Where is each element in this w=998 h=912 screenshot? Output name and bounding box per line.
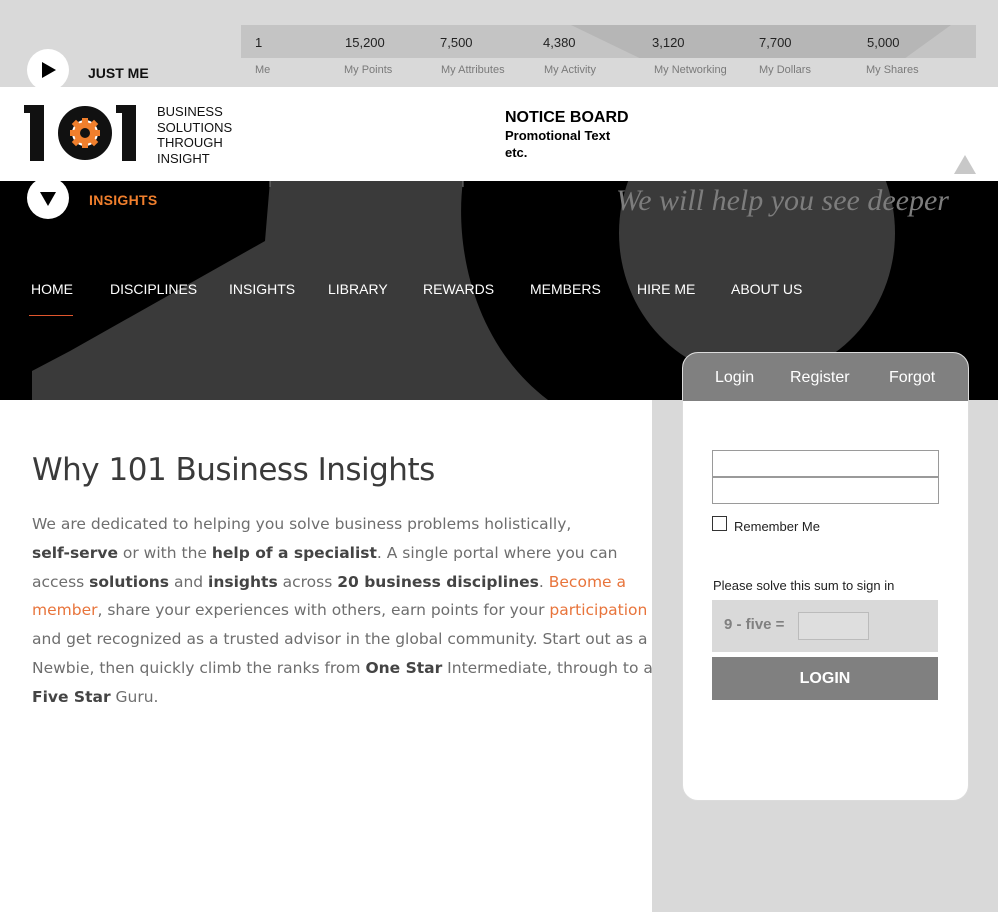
text: and [169,572,209,591]
remember-me-checkbox[interactable] [712,516,727,531]
just-me-label[interactable]: JUST ME [88,65,149,81]
tab-forgot[interactable]: Forgot [889,369,935,387]
notice-board-title: NOTICE BOARD [505,109,629,126]
site-header: BUSINESS SOLUTIONS THROUGH INSIGHT NOTIC… [0,87,998,181]
highlight: Five Star [32,687,111,706]
stat-value-points[interactable]: 15,200 [345,35,385,50]
just-me-toggle-button[interactable] [27,49,69,91]
stat-value-shares[interactable]: 5,000 [867,35,900,50]
stat-value-me[interactable]: 1 [255,35,262,50]
captcha-question: 9 - five = [724,616,785,633]
top-stats-bar: 1 15,200 7,500 4,380 3,120 7,700 5,000 M… [0,0,998,91]
captcha-instruction: Please solve this sum to sign in [713,578,895,593]
text-line: access solutions and insights across 20 … [32,568,632,597]
captcha-box: 9 - five = [712,600,938,652]
tab-login[interactable]: Login [715,369,754,387]
text-line: and get recognized as a trusted advisor … [32,625,648,654]
notice-board-line: etc. [505,145,528,160]
tagline-line: THROUGH [157,135,223,150]
text: access [32,572,90,591]
login-button[interactable]: LOGIN [712,657,938,700]
stat-label-attributes[interactable]: My Attributes [441,64,505,76]
logo-tagline: BUSINESS SOLUTIONS THROUGH INSIGHT [157,104,232,166]
nav-insights[interactable]: INSIGHTS [229,281,295,297]
notice-board-line: Promotional Text [505,128,611,143]
highlight: insights [208,572,278,591]
intro-paragraph: We are dedicated to helping you solve bu… [32,510,653,712]
login-tabs: Login Register Forgot [683,353,968,401]
text: , share your experiences with others, ea… [97,601,550,620]
text-line: Five Star Guru. [32,683,632,712]
remember-me-label[interactable]: Remember Me [734,519,820,534]
insights-toggle-button[interactable] [27,177,69,219]
stat-label-dollars[interactable]: My Dollars [759,64,811,76]
stat-label-me[interactable]: Me [255,64,270,76]
stat-label-activity[interactable]: My Activity [544,64,596,76]
stat-label-points[interactable]: My Points [344,64,392,76]
captcha-answer-input[interactable] [798,612,869,640]
password-input[interactable] [712,477,939,504]
tagline-line: INSIGHT [157,150,210,166]
nav-rewards[interactable]: REWARDS [423,281,494,297]
text: or with the [117,543,212,562]
stat-value-attributes[interactable]: 7,500 [440,35,473,50]
username-input[interactable] [712,450,939,477]
text-line: member, share your experiences with othe… [32,596,647,625]
highlight: solutions [89,572,170,591]
highlight: self-serve [32,543,118,562]
site-logo[interactable] [22,103,148,168]
nav-library[interactable]: LIBRARY [328,281,388,297]
text: Newbie, then quickly climb the ranks fro… [32,658,366,677]
stat-value-dollars[interactable]: 7,700 [759,35,792,50]
play-right-icon [42,62,56,78]
text-line: Newbie, then quickly climb the ranks fro… [32,654,653,683]
stat-value-networking[interactable]: 3,120 [652,35,685,50]
nav-disciplines[interactable]: DISCIPLINES [110,281,197,297]
text: Guru. [110,687,159,706]
tagline-line: BUSINESS [157,104,223,119]
text: and get recognized as a trusted advisor … [32,630,648,649]
nav-hire-me[interactable]: HIRE ME [637,281,695,297]
logo-101-icon [24,105,136,161]
highlight: One Star [365,658,443,677]
become-member-link[interactable]: member [32,601,97,619]
play-down-icon [40,192,56,206]
nav-active-indicator [29,315,73,316]
tagline-line: SOLUTIONS [157,119,233,135]
text: We are dedicated to helping you solve bu… [32,515,572,533]
page-title: Why 101 Business Insights [32,452,435,488]
tab-register[interactable]: Register [790,369,850,387]
stat-label-shares[interactable]: My Shares [866,64,919,76]
scroll-up-arrow-icon[interactable] [954,155,976,174]
participation-link[interactable]: participation [549,601,647,619]
highlight: help of a specialist [211,543,377,562]
text: . A single portal where you can [376,543,618,562]
text-line: We are dedicated to helping you solve bu… [32,510,632,539]
nav-home[interactable]: HOME [31,281,73,297]
stat-label-networking[interactable]: My Networking [654,64,727,76]
text: across [277,572,338,591]
text: Intermediate, through to a [442,658,653,677]
highlight: 20 business disciplines [337,572,539,591]
text-line: self-serve or with the help of a special… [32,539,632,568]
login-panel: Login Register Forgot Remember Me Please… [682,352,969,801]
slogan: We will help you see deeper [616,184,949,217]
nav-about-us[interactable]: ABOUT US [731,281,802,297]
become-member-link[interactable]: Become a [549,573,626,591]
insights-label[interactable]: INSIGHTS [89,192,158,208]
stat-value-activity[interactable]: 4,380 [543,35,576,50]
text: . [538,572,549,591]
nav-members[interactable]: MEMBERS [530,281,601,297]
